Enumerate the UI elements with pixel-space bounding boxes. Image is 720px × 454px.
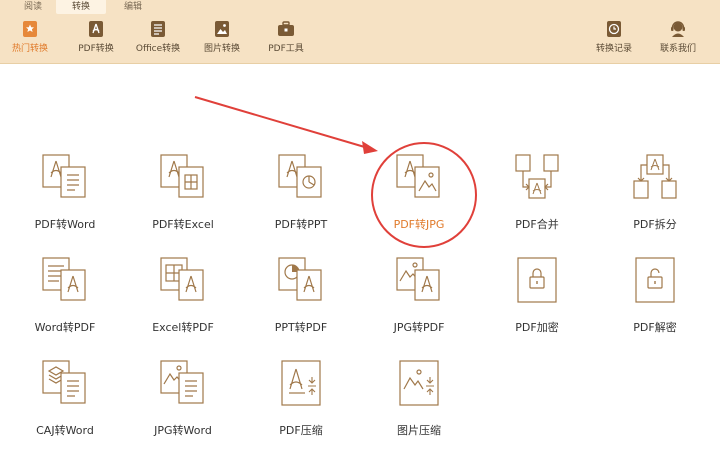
- tool-pdf-to-excel[interactable]: PDF转Excel: [128, 153, 238, 248]
- tool-label: PDF解密: [633, 321, 677, 334]
- tool-label: PDF加密: [515, 321, 559, 334]
- pdf-decrypt-icon: [635, 257, 675, 303]
- word-to-pdf-icon: [42, 257, 86, 301]
- pdf-to-ppt-icon: [278, 154, 322, 198]
- toolbar-office-convert[interactable]: Office转换: [132, 20, 184, 60]
- tool-label: PDF转Excel: [152, 218, 214, 231]
- caj-to-word-icon: [42, 360, 86, 404]
- tool-word-to-pdf[interactable]: Word转PDF: [10, 256, 120, 351]
- tool-label: JPG转PDF: [393, 321, 445, 334]
- toolbar-label: 转换记录: [595, 44, 632, 54]
- tool-label: PDF拆分: [633, 218, 677, 231]
- clock-icon: [607, 21, 621, 37]
- star-doc-icon: [23, 21, 37, 37]
- tool-pdf-to-word[interactable]: PDF转Word: [10, 153, 120, 248]
- toolbar-label: 热门转换: [11, 44, 48, 54]
- tool-pdf-to-ppt[interactable]: PDF转PPT: [246, 153, 356, 248]
- toolbox-icon: [278, 21, 294, 36]
- tool-label: PDF合并: [515, 218, 559, 231]
- tool-pdf-compress[interactable]: PDF压缩: [246, 359, 356, 454]
- pdf-to-excel-icon: [160, 154, 204, 198]
- jpg-to-word-icon: [160, 360, 204, 404]
- tool-label: 图片压缩: [397, 424, 441, 437]
- tool-label: CAJ转Word: [36, 424, 94, 437]
- toolbar-pdf-convert[interactable]: PDF转换: [72, 20, 120, 60]
- tool-label: PDF压缩: [279, 424, 323, 437]
- ppt-to-pdf-icon: [278, 257, 322, 301]
- pdf-compress-icon: [281, 360, 321, 406]
- tool-label: Word转PDF: [34, 321, 96, 334]
- jpg-to-pdf-icon: [396, 257, 440, 301]
- tool-pdf-encrypt[interactable]: PDF加密: [482, 256, 592, 351]
- toolbar-label: 联系我们: [659, 44, 696, 54]
- toolbar-convert-history[interactable]: 转换记录: [590, 20, 638, 60]
- pdf-merge-icon: [515, 154, 559, 199]
- tool-caj-to-word[interactable]: CAJ转Word: [10, 359, 120, 454]
- tool-label: PDF转Word: [34, 218, 96, 231]
- tab-convert[interactable]: 转换: [56, 0, 106, 14]
- tool-label: Excel转PDF: [152, 321, 214, 334]
- top-toolbar: 阅读 转换 编辑 热门转换 PDF转换 Office转换 图片转换 PDF工具 …: [0, 0, 720, 64]
- tool-pdf-merge[interactable]: PDF合并: [482, 153, 592, 248]
- excel-to-pdf-icon: [160, 257, 204, 301]
- image-compress-icon: [399, 360, 439, 406]
- pdf-doc-icon: [89, 21, 103, 37]
- toolbar-pdf-tools[interactable]: PDF工具: [262, 20, 310, 60]
- toolbar-popular-convert[interactable]: 热门转换: [6, 20, 54, 60]
- tool-pdf-split[interactable]: PDF拆分: [600, 153, 710, 248]
- pdf-to-word-icon: [42, 154, 86, 198]
- toolbar-label: PDF转换: [78, 44, 114, 54]
- tool-jpg-to-word[interactable]: JPG转Word: [128, 359, 238, 454]
- highlight-circle: [371, 142, 477, 248]
- tool-image-compress[interactable]: 图片压缩: [364, 359, 474, 454]
- tool-excel-to-pdf[interactable]: Excel转PDF: [128, 256, 238, 351]
- image-doc-icon: [215, 21, 229, 37]
- toolbar-label: PDF工具: [268, 44, 304, 54]
- tool-pdf-decrypt[interactable]: PDF解密: [600, 256, 710, 351]
- toolbar-label: Office转换: [135, 44, 181, 54]
- office-doc-icon: [151, 21, 165, 37]
- tool-label: JPG转Word: [154, 424, 212, 437]
- pdf-encrypt-icon: [517, 257, 557, 303]
- tool-label: PDF转PPT: [274, 218, 328, 231]
- pdf-split-icon: [633, 154, 677, 199]
- tool-ppt-to-pdf[interactable]: PPT转PDF: [246, 256, 356, 351]
- mode-tabs: 阅读 转换 编辑: [0, 0, 720, 14]
- tab-read[interactable]: 阅读: [8, 0, 58, 14]
- toolbar-label: 图片转换: [203, 44, 240, 54]
- tab-edit[interactable]: 编辑: [108, 0, 158, 14]
- tool-label: PPT转PDF: [274, 321, 328, 334]
- tool-jpg-to-pdf[interactable]: JPG转PDF: [364, 256, 474, 351]
- toolbar-image-convert[interactable]: 图片转换: [198, 20, 246, 60]
- headset-icon: [671, 21, 685, 37]
- toolbar-contact-us[interactable]: 联系我们: [654, 20, 702, 60]
